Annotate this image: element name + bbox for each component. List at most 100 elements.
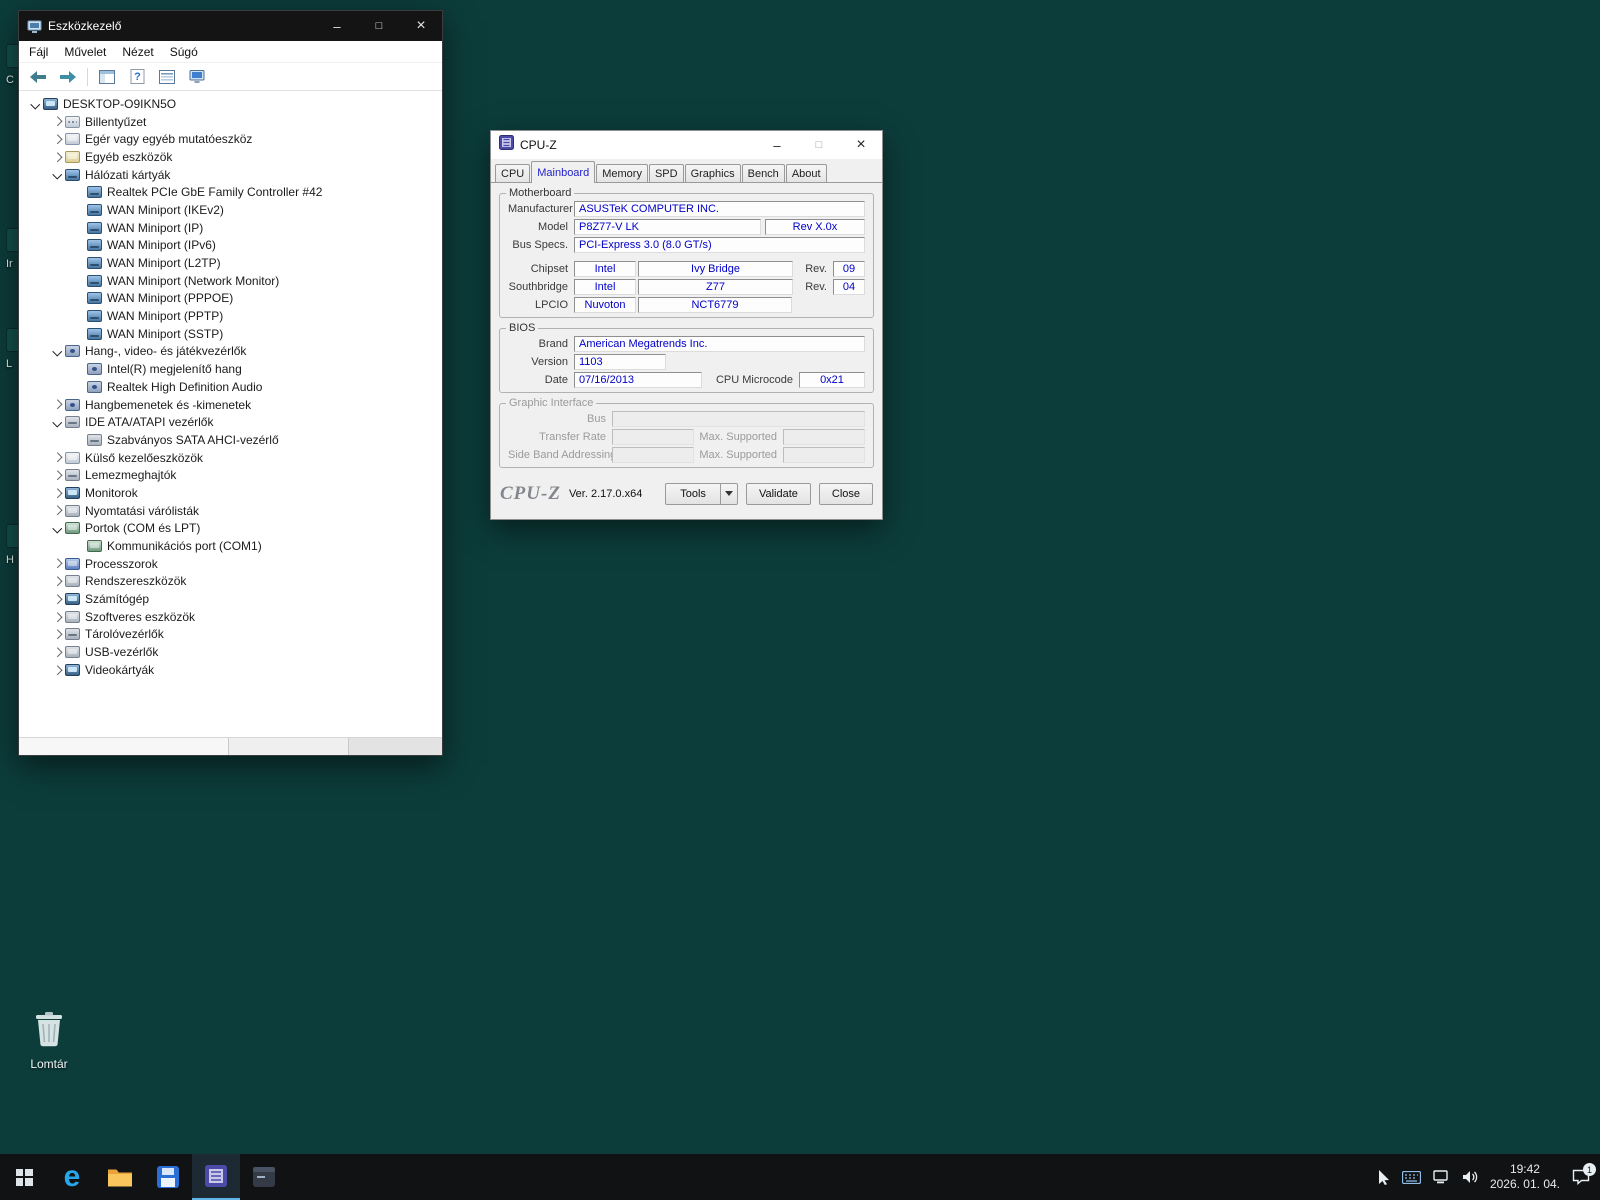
close-button[interactable]	[400, 11, 442, 41]
device-tree-item[interactable]: Külső kezelőeszközök	[19, 449, 442, 467]
device-tree-item[interactable]: WAN Miniport (IKEv2)	[19, 201, 442, 219]
device-tree-item[interactable]: Rendszereszközök	[19, 573, 442, 591]
expand-chevron-icon[interactable]	[49, 414, 65, 430]
device-tree-item[interactable]: Hálózati kártyák	[19, 166, 442, 184]
expand-chevron-icon[interactable]	[49, 644, 65, 660]
expand-chevron-icon[interactable]	[49, 556, 65, 572]
tools-dropdown-button[interactable]	[720, 482, 738, 505]
expand-chevron-icon[interactable]	[49, 397, 65, 413]
expand-chevron-icon[interactable]	[49, 609, 65, 625]
status-segment	[229, 738, 349, 755]
taskbar-clock[interactable]: 19:42 2026. 01. 04.	[1490, 1162, 1560, 1192]
expand-chevron-icon[interactable]	[49, 450, 65, 466]
device-tree-item[interactable]: Lemezmeghajtók	[19, 466, 442, 484]
touch-keyboard-icon[interactable]	[1401, 1170, 1421, 1184]
taskbar-save-app-button[interactable]	[144, 1154, 192, 1200]
back-arrow-icon[interactable]	[27, 66, 49, 88]
close-dialog-button[interactable]: Close	[818, 482, 873, 505]
device-tree-item[interactable]: WAN Miniport (PPPOE)	[19, 290, 442, 308]
device-manager-titlebar[interactable]: Eszközkezelő	[19, 11, 442, 41]
expand-chevron-icon[interactable]	[49, 114, 65, 130]
gi-max-supported2-label: Max. Supported	[699, 449, 777, 461]
minimize-button[interactable]	[756, 131, 798, 159]
device-tree-item[interactable]: IDE ATA/ATAPI vezérlők	[19, 413, 442, 431]
pointer-icon[interactable]	[1378, 1169, 1390, 1185]
console-tree-icon[interactable]	[96, 66, 118, 88]
expand-chevron-icon[interactable]	[49, 131, 65, 147]
expand-chevron-icon[interactable]	[49, 467, 65, 483]
expand-chevron-icon[interactable]	[49, 503, 65, 519]
gi-bus-field	[612, 411, 865, 427]
device-tree-item[interactable]: Portok (COM és LPT)	[19, 520, 442, 538]
maximize-button[interactable]	[798, 131, 840, 159]
action-center-button[interactable]: 1	[1572, 1163, 1596, 1185]
device-tree-item[interactable]: Nyomtatási várólisták	[19, 502, 442, 520]
device-tree-item[interactable]: Tárolóvezérlők	[19, 626, 442, 644]
taskbar-explorer-button[interactable]	[96, 1154, 144, 1200]
device-tree-item[interactable]: Kommunikációs port (COM1)	[19, 537, 442, 555]
expand-chevron-icon[interactable]	[49, 591, 65, 607]
device-tree-item[interactable]: Videokártyák	[19, 661, 442, 679]
device-tree-item[interactable]: WAN Miniport (IP)	[19, 219, 442, 237]
properties-icon[interactable]	[156, 66, 178, 88]
device-tree-item[interactable]: WAN Miniport (SSTP)	[19, 325, 442, 343]
expand-chevron-icon[interactable]	[49, 149, 65, 165]
device-tree-item[interactable]: Szabványos SATA AHCI-vezérlő	[19, 431, 442, 449]
tab[interactable]: About	[785, 164, 827, 182]
device-tree-item[interactable]: Realtek PCIe GbE Family Controller #42	[19, 183, 442, 201]
menu-item[interactable]: Fájl	[21, 45, 56, 59]
device-tree-item[interactable]: Egyéb eszközök	[19, 148, 442, 166]
expand-chevron-icon[interactable]	[49, 662, 65, 678]
minimize-button[interactable]	[316, 11, 358, 41]
expand-chevron-icon[interactable]	[49, 167, 65, 183]
scan-hardware-icon[interactable]	[186, 66, 208, 88]
help-icon[interactable]: ?	[126, 66, 148, 88]
tab[interactable]: CPU	[495, 164, 531, 182]
tab[interactable]: Bench	[741, 164, 785, 182]
tab[interactable]: SPD	[648, 164, 684, 182]
expand-chevron-icon[interactable]	[27, 96, 43, 112]
expand-chevron-icon[interactable]	[49, 520, 65, 536]
tools-button[interactable]: Tools	[665, 482, 721, 505]
network-icon[interactable]	[1433, 1170, 1450, 1184]
device-tree-item[interactable]: WAN Miniport (Network Monitor)	[19, 272, 442, 290]
device-tree-item[interactable]: Intel(R) megjelenítő hang	[19, 360, 442, 378]
volume-icon[interactable]	[1462, 1170, 1478, 1184]
menu-item[interactable]: Nézet	[114, 45, 161, 59]
device-tree-item[interactable]: WAN Miniport (PPTP)	[19, 307, 442, 325]
device-tree-item[interactable]: Processzorok	[19, 555, 442, 573]
device-tree-item[interactable]: Hang-, video- és játékvezérlők	[19, 343, 442, 361]
cpuz-titlebar[interactable]: CPU-Z	[491, 131, 882, 159]
close-button[interactable]	[840, 131, 882, 159]
device-tree-item[interactable]: Realtek High Definition Audio	[19, 378, 442, 396]
recycle-bin-icon[interactable]: Lomtár	[16, 1008, 82, 1071]
validate-button[interactable]: Validate	[745, 482, 811, 505]
taskbar-cpuz-button[interactable]	[192, 1154, 240, 1200]
expand-chevron-icon[interactable]	[49, 626, 65, 642]
expand-chevron-icon[interactable]	[49, 485, 65, 501]
taskbar-edge-button[interactable]	[48, 1154, 96, 1200]
device-icon	[87, 380, 102, 393]
device-tree-item[interactable]: WAN Miniport (L2TP)	[19, 254, 442, 272]
device-tree-item[interactable]: USB-vezérlők	[19, 643, 442, 661]
device-tree-item[interactable]: Szoftveres eszközök	[19, 608, 442, 626]
expand-chevron-icon[interactable]	[49, 573, 65, 589]
maximize-button[interactable]	[358, 11, 400, 41]
device-tree-item[interactable]: Hangbemenetek és -kimenetek	[19, 396, 442, 414]
forward-arrow-icon[interactable]	[57, 66, 79, 88]
device-tree-item[interactable]: Egér vagy egyéb mutatóeszköz	[19, 130, 442, 148]
device-tree-item[interactable]: DESKTOP-O9IKN5O	[19, 95, 442, 113]
tab[interactable]: Mainboard	[531, 161, 596, 183]
device-tree-item[interactable]: Billentyűzet	[19, 113, 442, 131]
menu-item[interactable]: Művelet	[56, 45, 114, 59]
device-tree-item[interactable]: WAN Miniport (IPv6)	[19, 237, 442, 255]
tab[interactable]: Memory	[596, 164, 648, 182]
gi-side-band-field	[612, 447, 694, 463]
device-tree-item[interactable]: Számítógép	[19, 590, 442, 608]
start-button[interactable]	[0, 1154, 48, 1200]
taskbar-console-app-button[interactable]	[240, 1154, 288, 1200]
expand-chevron-icon[interactable]	[49, 343, 65, 359]
device-tree-item[interactable]: Monitorok	[19, 484, 442, 502]
menu-item[interactable]: Súgó	[162, 45, 206, 59]
tab[interactable]: Graphics	[684, 164, 741, 182]
